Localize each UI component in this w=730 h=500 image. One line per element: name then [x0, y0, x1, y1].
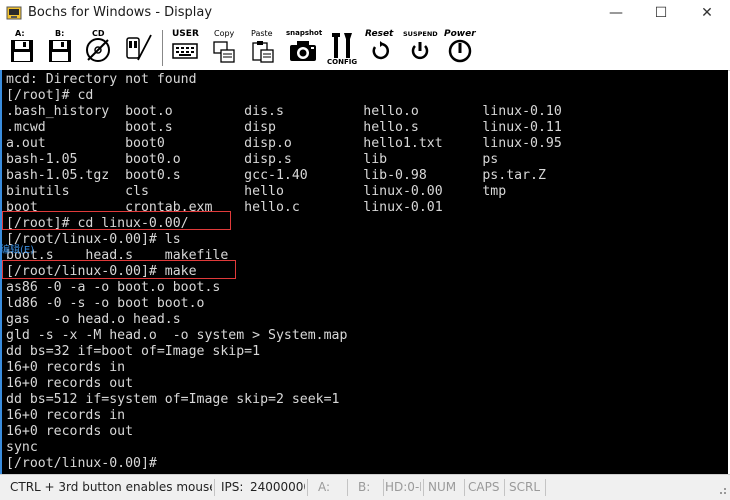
terminal-line: a.out boot0 disp.o hello1.txt linux-0.95 — [6, 136, 562, 151]
terminal-line: 16+0 records out — [6, 424, 134, 439]
floppy-a-icon — [11, 40, 33, 62]
close-icon: ✕ — [701, 5, 713, 21]
floppy-b-label: B: — [55, 29, 65, 38]
status-divider — [347, 479, 348, 496]
terminal-line: bash-1.05 boot0.o disp.s lib ps — [6, 152, 499, 167]
status-ips-label: IPS: — [221, 480, 244, 494]
config-button[interactable]: CONFIG — [326, 26, 358, 70]
status-divider — [504, 479, 505, 496]
maximize-button[interactable]: ☐ — [638, 0, 684, 26]
config-label: CONFIG — [327, 58, 358, 66]
terminal-line: 16+0 records out — [6, 376, 134, 391]
snapshot-button[interactable]: snapshot — [284, 26, 322, 70]
bochs-app-icon — [6, 6, 22, 20]
status-divider — [383, 479, 384, 496]
power-button[interactable]: Power — [442, 26, 478, 70]
floppy-a-label: A: — [15, 29, 25, 38]
floppy-a-button[interactable]: A: — [6, 26, 38, 70]
copy-label: Copy — [214, 29, 235, 38]
bochs-window: Bochs for Windows - Display — ☐ ✕ A: B: — [0, 0, 730, 500]
status-num: NUM — [428, 480, 457, 494]
minimize-icon: — — [609, 5, 623, 21]
terminal-line: mcd: Directory not found — [6, 72, 197, 87]
status-hd: HD:0-M — [385, 480, 421, 494]
terminal-display[interactable]: [/root/linux-0.00]# sync 16+0 records out 1… — [2, 70, 728, 474]
floppy-b-icon — [49, 40, 71, 62]
floppy-b-button[interactable]: B: — [44, 26, 76, 70]
suspend-label: SUSPEND — [403, 30, 438, 38]
reset-button[interactable]: Reset — [362, 26, 398, 70]
paste-label: Paste — [251, 29, 273, 38]
suspend-icon — [411, 42, 429, 60]
terminal-line: as86 -0 -a -o boot.o boot.s — [6, 280, 221, 295]
minimize-button[interactable]: — — [593, 0, 639, 26]
status-caps: CAPS — [468, 480, 500, 494]
toolbar: A: B: CD USER Copy Paste snapshot CONFIG… — [0, 26, 730, 71]
status-divider — [423, 479, 424, 496]
keyboard-icon — [172, 43, 198, 59]
suspend-button[interactable]: SUSPEND — [402, 26, 438, 70]
highlight-cd-command — [2, 211, 231, 230]
terminal-line: gld -s -x -M head.o -o system > System.m… — [6, 328, 348, 343]
terminal-line: 16+0 records in — [6, 408, 126, 423]
camera-icon — [290, 41, 316, 61]
terminal-line: 16+0 records in — [6, 360, 126, 375]
reset-label: Reset — [365, 29, 394, 39]
terminal-line: .bash_history boot.o dis.s hello.o linux… — [6, 104, 562, 119]
terminal-line: binutils cls hello linux-0.00 tmp — [6, 184, 507, 199]
terminal-line: dd bs=32 if=boot of=Image skip=1 — [6, 344, 261, 359]
status-divider — [214, 479, 215, 496]
terminal-line: [/root]# cd — [6, 88, 94, 103]
status-divider — [464, 479, 465, 496]
cdrom-icon — [86, 38, 110, 62]
copy-button[interactable]: Copy — [208, 26, 240, 70]
status-scrl: SCRL — [509, 480, 541, 494]
highlight-make-command — [2, 260, 236, 279]
maximize-icon: ☐ — [654, 5, 668, 21]
copy-icon — [213, 41, 235, 63]
status-drive-a: A: — [318, 480, 331, 494]
terminal-line: sync — [6, 440, 38, 455]
close-button[interactable]: ✕ — [684, 0, 730, 26]
user-button[interactable]: USER — [168, 26, 202, 70]
status-divider — [307, 479, 308, 496]
terminal-line: .mcwd boot.s disp hello.s linux-0.11 — [6, 120, 562, 135]
status-mouse-hint: CTRL + 3rd button enables mouse — [10, 480, 212, 494]
terminal-line: ld86 -0 -s -o boot boot.o — [6, 296, 205, 311]
status-bar: CTRL + 3rd button enables mouse IPS: 240… — [0, 474, 730, 500]
tools-icon — [332, 33, 352, 58]
terminal-line: bash-1.05.tgz boot0.s gcc-1.40 lib-0.98 … — [6, 168, 546, 183]
title-bar: Bochs for Windows - Display — ☐ ✕ — [0, 0, 730, 26]
terminal-line: dd bs=512 if=system of=Image skip=2 seek… — [6, 392, 340, 407]
reset-icon — [372, 41, 389, 60]
status-divider — [545, 479, 546, 496]
window-title: Bochs for Windows - Display — [28, 5, 213, 20]
snapshot-label: snapshot — [286, 29, 323, 37]
status-drive-b: B: — [358, 480, 371, 494]
terminal-line: [/root/linux-0.00]# — [6, 456, 157, 471]
toolbar-separator — [162, 30, 163, 66]
terminal-line: gas -o head.o head.s — [6, 312, 181, 327]
resize-grip-icon[interactable] — [716, 480, 728, 496]
paste-icon — [252, 41, 274, 63]
power-label: Power — [444, 29, 476, 39]
paste-button[interactable]: Paste — [246, 26, 280, 70]
cdrom-button[interactable]: CD — [82, 26, 114, 70]
mouse-toggle-button[interactable] — [120, 26, 156, 70]
mouse-icon — [126, 34, 152, 61]
user-label: USER — [172, 29, 199, 39]
status-ips-value: 24000000 — [250, 480, 305, 494]
overlay-tag: 编辑(E) — [0, 245, 35, 256]
power-icon — [448, 39, 472, 63]
